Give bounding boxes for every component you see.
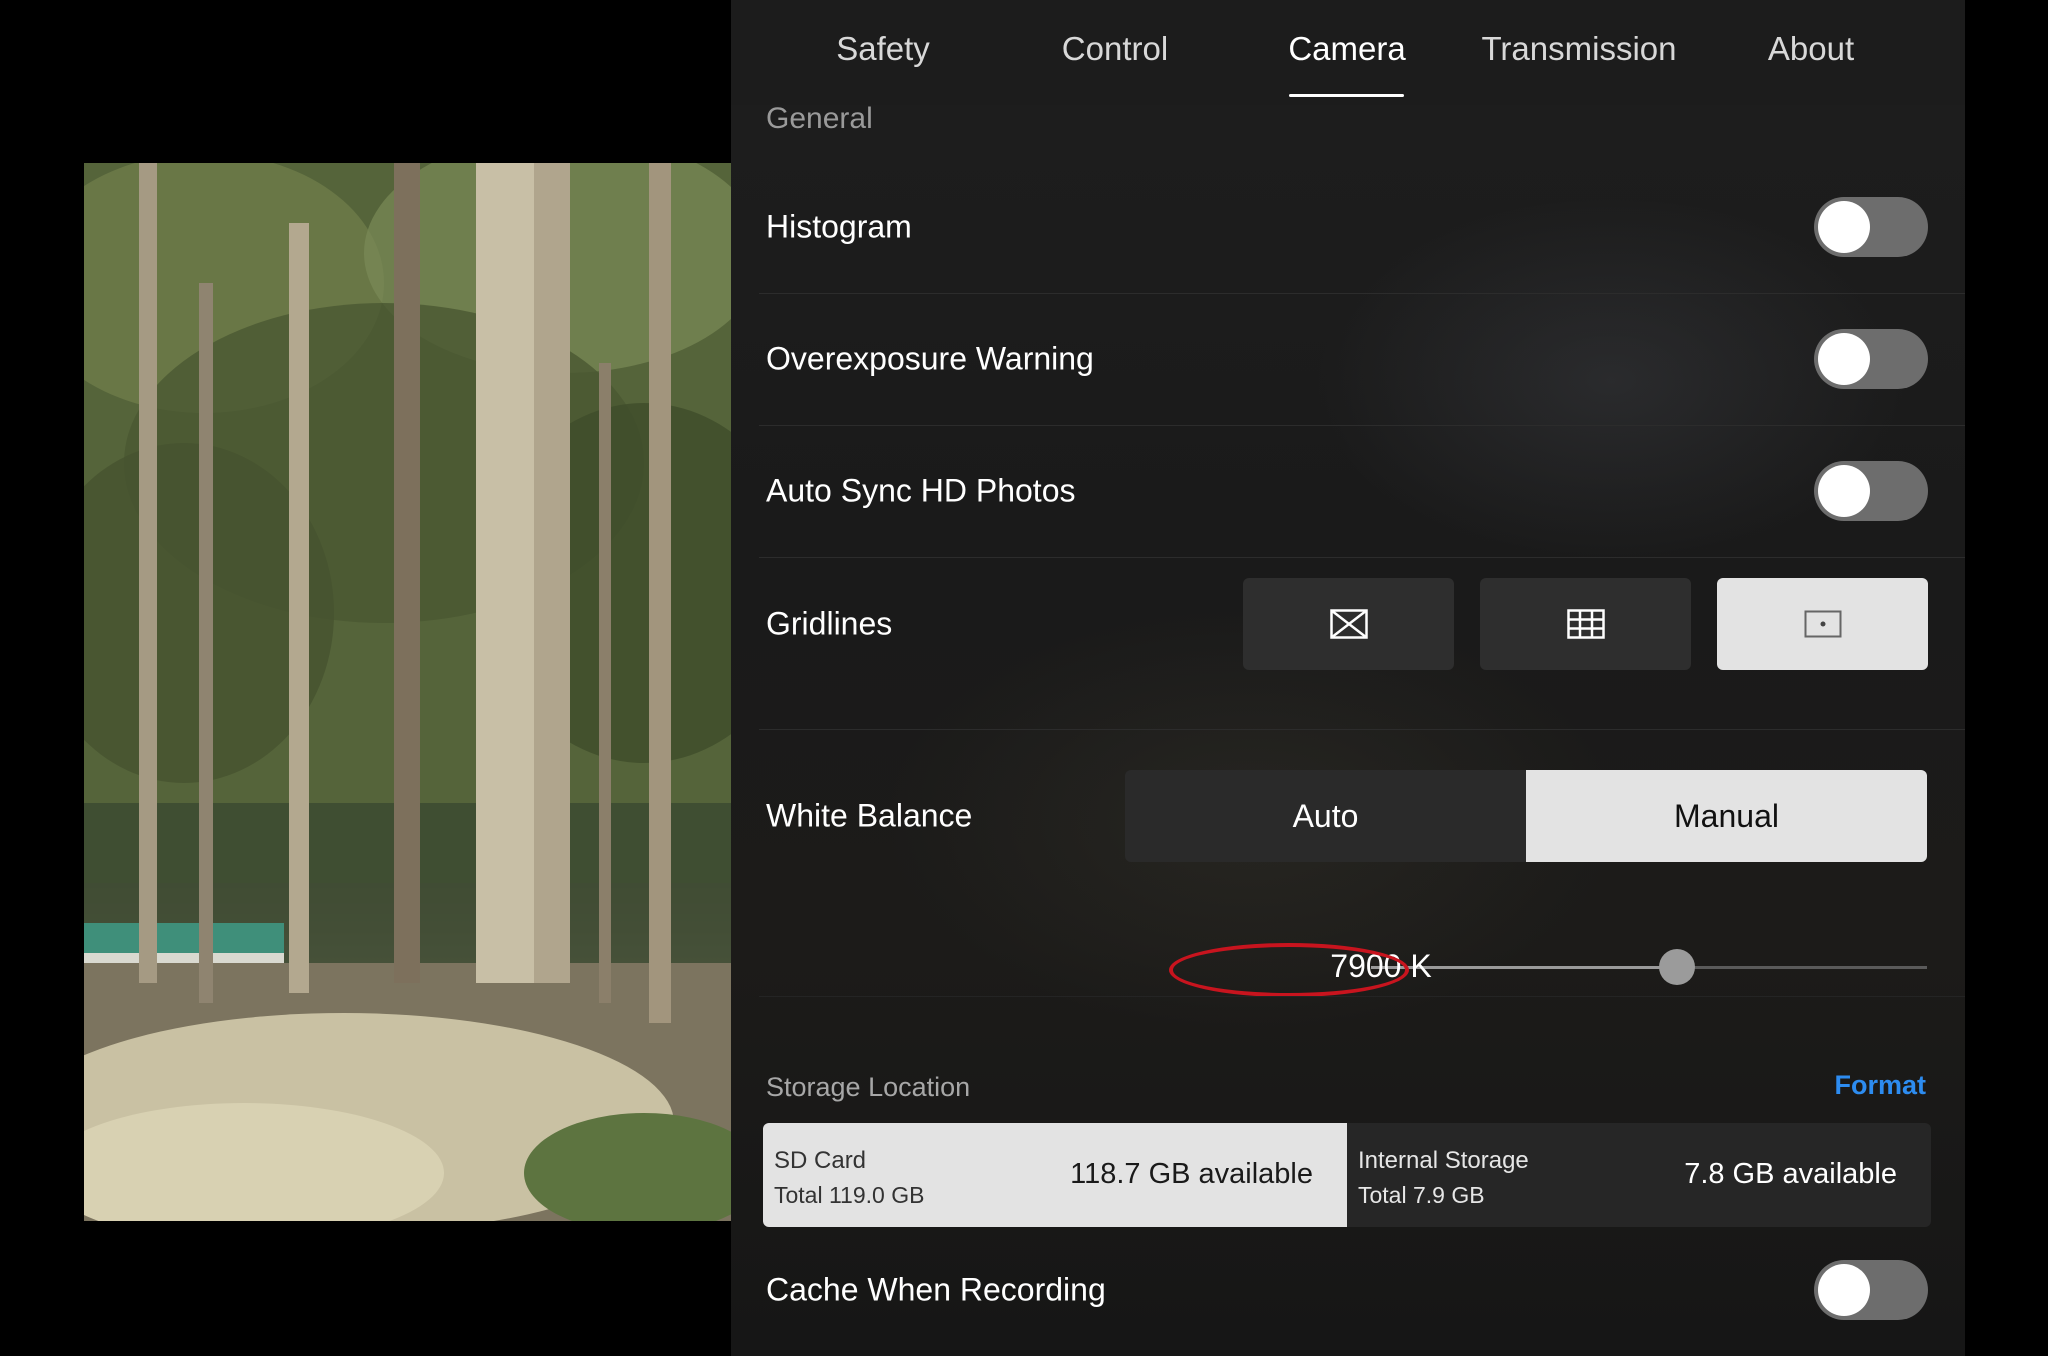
tab-camera[interactable]: Camera bbox=[1288, 30, 1405, 68]
settings-panel: Safety Control Camera Transmission About… bbox=[731, 0, 1965, 1356]
internal-storage-total: Total 7.9 GB bbox=[1358, 1182, 1485, 1208]
diagonal-grid-icon bbox=[1329, 609, 1368, 639]
white-balance-label: White Balance bbox=[766, 797, 973, 834]
white-balance-slider-thumb[interactable] bbox=[1658, 949, 1695, 985]
gridlines-label: Gridlines bbox=[766, 605, 893, 642]
toggle-knob bbox=[1818, 465, 1870, 517]
tab-safety[interactable]: Safety bbox=[836, 30, 930, 68]
gridline-center-button[interactable] bbox=[1717, 578, 1928, 670]
overexposure-label: Overexposure Warning bbox=[766, 340, 1094, 377]
white-balance-auto-button[interactable]: Auto bbox=[1125, 770, 1526, 862]
storage-internal-option[interactable]: Internal Storage Total 7.9 GB 7.8 GB ava… bbox=[1347, 1123, 1931, 1227]
autosync-toggle[interactable] bbox=[1814, 461, 1928, 521]
cache-row: Cache When Recording bbox=[759, 1245, 1965, 1356]
forest-image bbox=[84, 163, 731, 1221]
autosync-row: Auto Sync HD Photos bbox=[759, 425, 1965, 558]
tab-transmission[interactable]: Transmission bbox=[1482, 30, 1677, 68]
storage-sd-card-option[interactable]: SD Card Total 119.0 GB 118.7 GB availabl… bbox=[763, 1123, 1347, 1227]
sd-card-available: 118.7 GB available bbox=[1070, 1158, 1313, 1190]
cache-label: Cache When Recording bbox=[766, 1271, 1106, 1308]
white-balance-manual-button[interactable]: Manual bbox=[1526, 770, 1927, 862]
cache-toggle[interactable] bbox=[1814, 1260, 1928, 1320]
toggle-knob bbox=[1818, 201, 1870, 253]
tab-control[interactable]: Control bbox=[1062, 30, 1168, 68]
sd-card-total: Total 119.0 GB bbox=[774, 1182, 925, 1208]
camera-preview[interactable] bbox=[84, 163, 731, 1221]
sd-card-name: SD Card bbox=[774, 1147, 867, 1174]
divider bbox=[759, 995, 1965, 997]
gridline-diagonal-button[interactable] bbox=[1243, 578, 1454, 670]
tab-about[interactable]: About bbox=[1768, 30, 1854, 68]
autosync-label: Auto Sync HD Photos bbox=[766, 472, 1076, 509]
center-point-icon bbox=[1804, 610, 1841, 638]
tab-bar: Safety Control Camera Transmission About bbox=[731, 0, 1965, 105]
grid-3x3-icon bbox=[1566, 609, 1605, 639]
gridline-grid-button[interactable] bbox=[1480, 578, 1691, 670]
white-balance-value: 7900 K bbox=[1330, 948, 1432, 984]
internal-storage-name: Internal Storage bbox=[1358, 1147, 1529, 1174]
histogram-toggle[interactable] bbox=[1814, 197, 1928, 257]
histogram-label: Histogram bbox=[766, 208, 912, 245]
overexposure-row: Overexposure Warning bbox=[759, 293, 1965, 426]
histogram-row: Histogram bbox=[759, 160, 1965, 294]
internal-storage-available: 7.8 GB available bbox=[1684, 1158, 1897, 1190]
app-screen: Safety Control Camera Transmission About… bbox=[0, 0, 2048, 1356]
toggle-knob bbox=[1818, 1264, 1870, 1316]
overexposure-toggle[interactable] bbox=[1814, 329, 1928, 389]
section-title-general: General bbox=[766, 102, 873, 135]
active-tab-indicator bbox=[1289, 94, 1404, 97]
storage-location-label: Storage Location bbox=[766, 1072, 971, 1102]
format-button[interactable]: Format bbox=[1834, 1070, 1926, 1101]
toggle-knob bbox=[1818, 333, 1870, 385]
